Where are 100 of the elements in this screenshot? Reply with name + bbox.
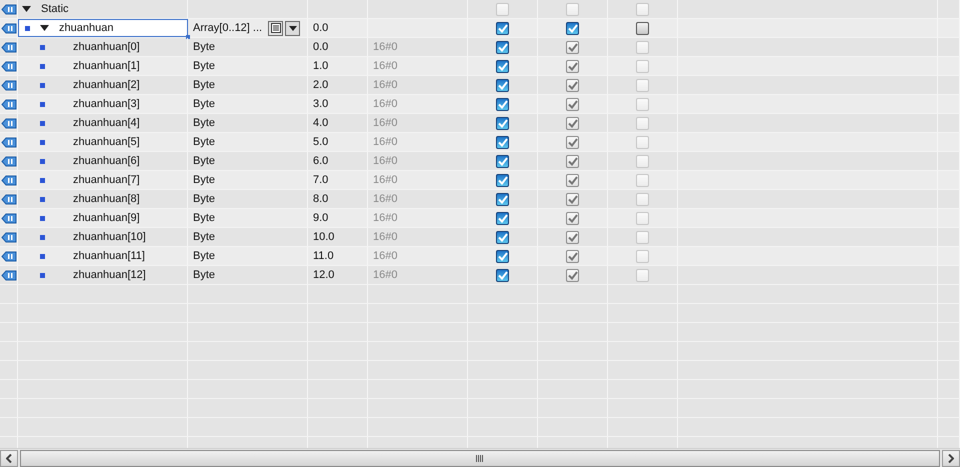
data-type: Byte bbox=[193, 193, 216, 205]
resize-handle[interactable] bbox=[186, 35, 190, 39]
start-value: 16#0 bbox=[373, 98, 398, 110]
member-icon bbox=[40, 82, 45, 88]
data-type: Byte bbox=[193, 231, 216, 243]
offset-value: 3.0 bbox=[313, 98, 328, 110]
table-row[interactable]: zhuanhuan[10] Byte 10.0 16#0 bbox=[0, 228, 960, 247]
variable-name: Static bbox=[41, 3, 69, 15]
offset-value: 2.0 bbox=[313, 79, 328, 91]
data-type: Byte bbox=[193, 136, 216, 148]
data-type: Array[0..12] ... bbox=[193, 22, 262, 34]
checkbox[interactable] bbox=[496, 174, 509, 186]
interface-tag-icon bbox=[0, 270, 16, 280]
checkbox[interactable] bbox=[496, 78, 509, 92]
table-row[interactable]: zhuanhuan[3] Byte 3.0 16#0 bbox=[0, 95, 960, 114]
member-icon bbox=[40, 44, 45, 50]
variable-name: zhuanhuan[3] bbox=[73, 98, 140, 110]
table-row[interactable]: zhuanhuan[8] Byte 8.0 16#0 bbox=[0, 190, 960, 209]
table-row[interactable]: zhuanhuan[2] Byte 2.0 16#0 bbox=[0, 76, 960, 95]
start-value: 16#0 bbox=[373, 60, 398, 72]
interface-tag-icon bbox=[0, 4, 16, 14]
variable-name: zhuanhuan[4] bbox=[73, 117, 140, 129]
table-row[interactable]: zhuanhuan[12] Byte 12.0 16#0 bbox=[0, 266, 960, 285]
table-row[interactable]: zhuanhuan[7] Byte 7.0 16#0 bbox=[0, 171, 960, 190]
member-icon bbox=[40, 196, 45, 202]
member-icon bbox=[40, 64, 45, 68]
checkbox[interactable] bbox=[496, 268, 509, 282]
start-value: 16#0 bbox=[373, 41, 398, 53]
checkbox[interactable] bbox=[496, 154, 509, 168]
variable-name: zhuanhuan[6] bbox=[73, 155, 140, 167]
variable-name: zhuanhuan[9] bbox=[73, 212, 140, 224]
chevron-right-icon bbox=[948, 454, 954, 463]
start-value: 16#0 bbox=[373, 250, 398, 262]
checkbox[interactable] bbox=[496, 192, 509, 206]
checkbox[interactable] bbox=[496, 136, 509, 148]
list-button[interactable] bbox=[268, 20, 284, 36]
member-icon bbox=[40, 216, 45, 220]
start-value: 16#0 bbox=[373, 79, 398, 91]
scroll-left-button[interactable] bbox=[0, 450, 18, 467]
data-type: Byte bbox=[193, 117, 216, 129]
offset-value: 11.0 bbox=[313, 250, 334, 262]
data-type: Byte bbox=[193, 79, 216, 91]
start-value: 16#0 bbox=[373, 212, 398, 224]
caret-icon bbox=[288, 26, 297, 30]
checkbox[interactable] bbox=[566, 22, 579, 34]
checkbox[interactable] bbox=[636, 22, 649, 34]
table-row[interactable]: Static bbox=[0, 0, 960, 19]
variable-name: zhuanhuan[0] bbox=[73, 41, 140, 53]
offset-value: 1.0 bbox=[313, 60, 328, 72]
member-icon bbox=[40, 272, 45, 278]
interface-tag-icon bbox=[0, 80, 16, 90]
table-row[interactable]: zhuanhuan[11] Byte 11.0 16#0 bbox=[0, 247, 960, 266]
interface-tag-icon bbox=[0, 212, 16, 224]
table-row[interactable]: zhuanhuan[1] Byte 1.0 16#0 bbox=[0, 57, 960, 76]
offset-value: 4.0 bbox=[313, 117, 328, 129]
start-value: 16#0 bbox=[373, 136, 398, 148]
member-icon bbox=[40, 120, 45, 126]
member-icon bbox=[40, 178, 45, 182]
grip-icon bbox=[476, 455, 484, 462]
offset-value: 8.0 bbox=[313, 193, 328, 205]
data-type: Byte bbox=[193, 250, 216, 262]
chevron-left-icon bbox=[6, 454, 12, 463]
data-type: Byte bbox=[193, 98, 216, 110]
dropdown-button[interactable] bbox=[285, 20, 300, 36]
table-row[interactable]: zhuanhuan[4] Byte 4.0 16#0 bbox=[0, 114, 960, 133]
scroll-right-button[interactable] bbox=[942, 450, 960, 467]
table-row[interactable]: zhuanhuan[6] Byte 6.0 16#0 bbox=[0, 152, 960, 171]
checkbox[interactable] bbox=[496, 98, 509, 110]
interface-tag-icon bbox=[0, 174, 16, 186]
checkbox[interactable] bbox=[496, 116, 509, 130]
data-type: Byte bbox=[193, 60, 216, 72]
checkbox[interactable] bbox=[496, 212, 509, 224]
checkbox[interactable] bbox=[496, 230, 509, 244]
variable-name: zhuanhuan[7] bbox=[73, 174, 140, 186]
interface-tag-icon bbox=[0, 98, 16, 110]
variable-name: zhuanhuan bbox=[59, 22, 114, 34]
variable-name: zhuanhuan[1] bbox=[73, 60, 140, 72]
table-row[interactable]: zhuanhuan Array[0..12] ... 0.0 bbox=[0, 19, 960, 38]
member-icon bbox=[40, 234, 45, 240]
member-icon bbox=[40, 102, 45, 106]
checkbox[interactable] bbox=[496, 40, 509, 54]
data-type: Byte bbox=[193, 212, 216, 224]
offset-value: 5.0 bbox=[313, 136, 328, 148]
start-value: 16#0 bbox=[373, 231, 398, 243]
variable-name: zhuanhuan[12] bbox=[73, 269, 146, 281]
table-row[interactable]: zhuanhuan[0] Byte 0.0 16#0 bbox=[0, 38, 960, 57]
table-row[interactable]: zhuanhuan[5] Byte 5.0 16#0 bbox=[0, 133, 960, 152]
checkbox[interactable] bbox=[496, 250, 509, 262]
interface-tag-icon bbox=[0, 60, 16, 72]
table-row[interactable]: zhuanhuan[9] Byte 9.0 16#0 bbox=[0, 209, 960, 228]
offset-value: 9.0 bbox=[313, 212, 328, 224]
checkbox[interactable] bbox=[496, 22, 509, 34]
start-value: 16#0 bbox=[373, 174, 398, 186]
scrollbar-thumb[interactable] bbox=[20, 450, 940, 467]
start-value: 16#0 bbox=[373, 117, 398, 129]
interface-tag-icon bbox=[0, 156, 16, 166]
checkbox[interactable] bbox=[496, 60, 509, 72]
list-icon bbox=[270, 23, 281, 33]
interface-tag-icon bbox=[0, 194, 16, 204]
start-value: 16#0 bbox=[373, 193, 398, 205]
